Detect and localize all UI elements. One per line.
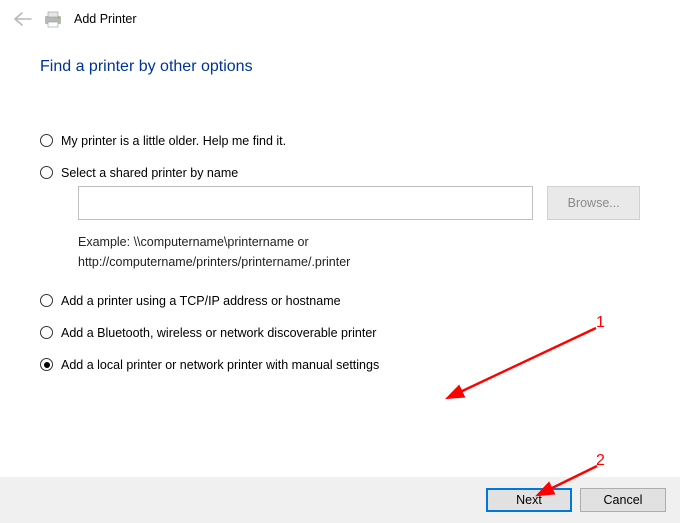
annotation-arrow-2 — [0, 0, 680, 523]
